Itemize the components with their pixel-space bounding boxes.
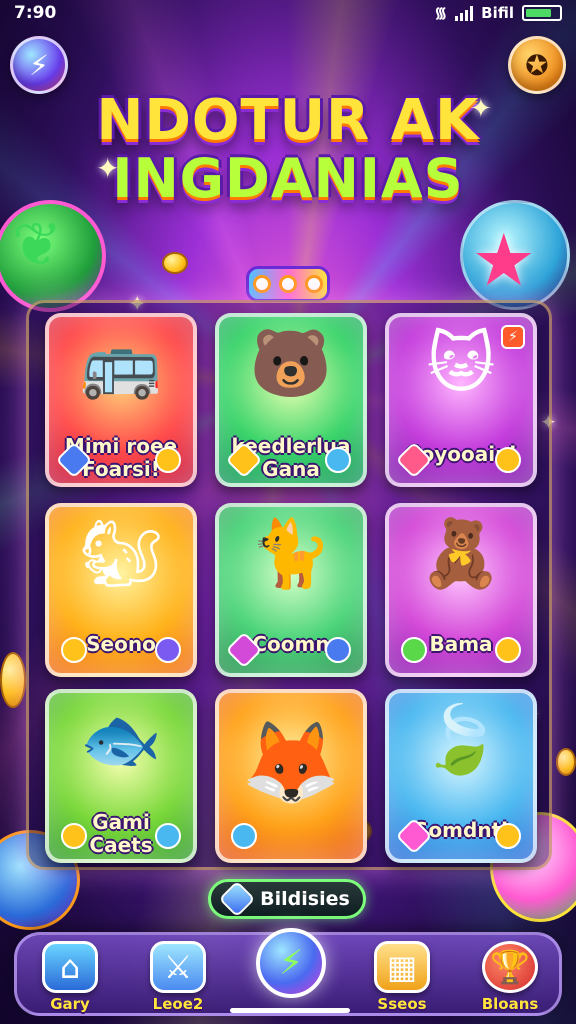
gem-icon — [325, 637, 351, 663]
star-icon: ★ — [471, 218, 536, 302]
green-cat-icon: 🐱 — [426, 325, 496, 402]
coin-icon — [495, 823, 521, 849]
title-line-2: INGDANIAS — [112, 146, 464, 210]
coin-icon — [61, 823, 87, 849]
gem-icon — [401, 637, 427, 663]
nav-item-gary[interactable]: ⌂ Gary — [25, 941, 115, 1017]
game-tile-7[interactable]: 🐟 Gami Caets — [45, 689, 197, 863]
game-tile-1[interactable]: 🚌 Mimi roee Foarsi! — [45, 313, 197, 487]
leaf-creature-icon: 🍃 — [419, 701, 503, 778]
wifi-icon: ᯾ — [434, 4, 448, 22]
gem-ornament — [246, 266, 330, 302]
bear-farmer-icon: 🧸 — [419, 515, 503, 592]
squirrel-icon: 🐿 — [79, 515, 163, 592]
nav-item-sseos[interactable]: ▦ Sseos — [357, 941, 447, 1017]
gem-icon — [218, 880, 256, 918]
bear-icon: 🐻 — [249, 325, 333, 402]
nav-label: Bloans — [481, 995, 539, 1013]
gem-icon — [231, 823, 257, 849]
coin-decoration — [162, 252, 188, 274]
gem-icon — [155, 637, 181, 663]
coin-decoration — [556, 748, 576, 776]
nav-label: Sseos — [377, 995, 427, 1013]
basket-icon: ▦ — [374, 941, 430, 993]
game-tile-5[interactable]: 🐈 Coomn — [215, 503, 367, 677]
game-tile-3[interactable]: ⚡ 🐱 Coyooaini — [385, 313, 537, 487]
signal-icon — [455, 5, 474, 21]
coin-decoration — [0, 652, 26, 708]
coin-icon[interactable]: ✪ — [508, 36, 566, 94]
bildisies-label: Bildisies — [260, 888, 350, 910]
status-time: 7:90 — [14, 3, 57, 23]
sword-icon: ⚔ — [150, 941, 206, 993]
status-bar: 7:90 ᯾ Bifil — [0, 0, 576, 26]
lightning-icon[interactable]: ⚡ — [10, 36, 68, 94]
home-indicator[interactable] — [230, 1008, 350, 1013]
nav-label: Gary — [50, 995, 90, 1013]
coin-icon — [495, 637, 521, 663]
leaf-icon: ❦ — [12, 210, 63, 280]
trophy-icon: 🏆 — [482, 941, 538, 993]
game-tile-4[interactable]: 🐿 Seono — [45, 503, 197, 677]
game-tile-6[interactable]: 🧸 Bama — [385, 503, 537, 677]
nav-label: Leoe2 — [152, 995, 204, 1013]
carrier-label: Bifil — [481, 4, 514, 22]
lightning-orb-icon[interactable]: ⚡ — [256, 928, 326, 998]
nav-item-bloans[interactable]: 🏆 Bloans — [465, 941, 555, 1017]
sparkle-icon: ✦ — [96, 152, 120, 185]
coin-icon — [495, 447, 521, 473]
game-tile-2[interactable]: 🐻 keedlerlua Gana — [215, 313, 367, 487]
nav-item-leoe2[interactable]: ⚔ Leoe2 — [133, 941, 223, 1017]
coin-icon — [155, 447, 181, 473]
sparkle-icon: ✦ — [470, 94, 492, 124]
game-tile-9[interactable]: 🍃 Somdntl — [385, 689, 537, 863]
pink-cat-icon: 🐈 — [249, 515, 333, 592]
game-tile-8[interactable]: 🦊 — [215, 689, 367, 863]
coin-icon — [61, 637, 87, 663]
bildisies-button[interactable]: Bildisies — [208, 879, 366, 919]
game-board: 🚌 Mimi roee Foarsi! 🐻 keedlerlua Gana ⚡ … — [26, 300, 552, 870]
battery-icon — [522, 5, 562, 21]
truck-icon: 🚌 — [79, 325, 163, 402]
home-icon: ⌂ — [42, 941, 98, 993]
gem-icon — [325, 447, 351, 473]
gem-icon — [155, 823, 181, 849]
fox-icon: 🦊 — [241, 716, 341, 809]
fish-icon: 🐟 — [79, 701, 163, 778]
